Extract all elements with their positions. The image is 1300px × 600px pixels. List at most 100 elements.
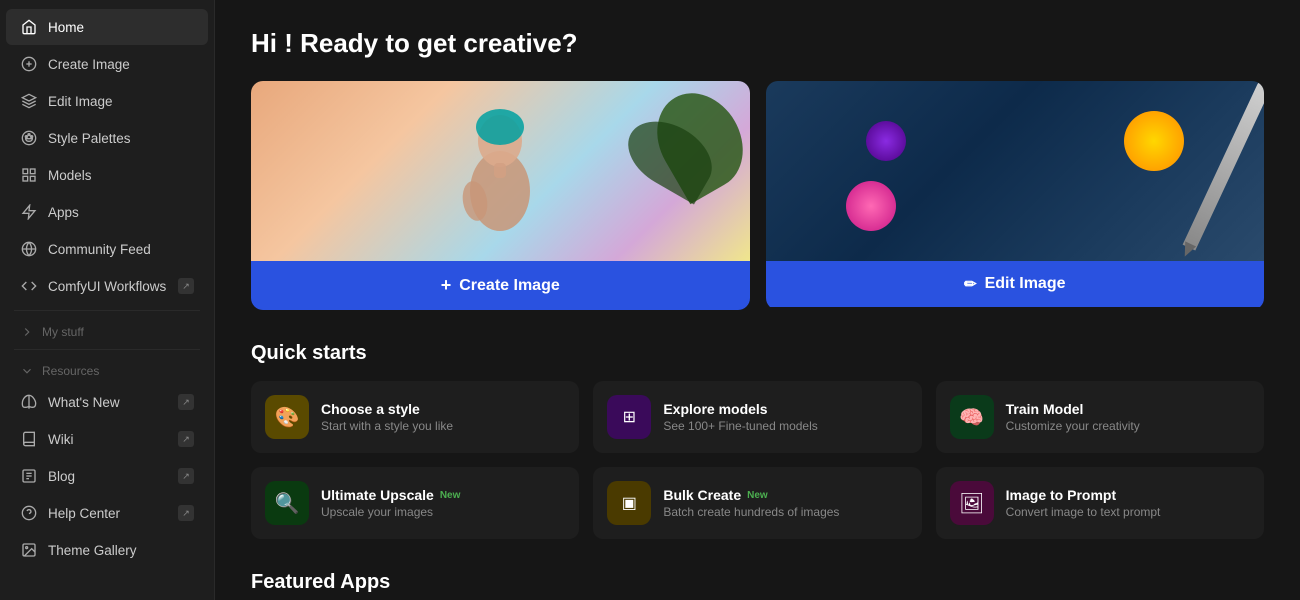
train-model-text: Train Model Customize your creativity xyxy=(1006,401,1140,433)
sidebar-item-create-image[interactable]: Create Image xyxy=(6,46,208,82)
bolt-icon xyxy=(20,203,38,221)
ultimate-upscale-icon: 🔍 xyxy=(265,481,309,525)
create-image-btn-label: Create Image xyxy=(459,277,560,295)
ultimate-upscale-sub: Upscale your images xyxy=(321,505,460,519)
ultimate-upscale-text: Ultimate Upscale New Upscale your images xyxy=(321,487,460,519)
purple-orb xyxy=(866,121,906,161)
sidebar-label-theme-gallery: Theme Gallery xyxy=(48,543,194,558)
sidebar: Home Create Image Edit Ima xyxy=(0,0,215,600)
choose-style-icon: 🎨 xyxy=(265,395,309,439)
sidebar-label-wiki: Wiki xyxy=(48,432,168,447)
pencil-icon: ✏ xyxy=(964,275,977,293)
sidebar-label-community-feed: Community Feed xyxy=(48,242,194,257)
sidebar-item-home[interactable]: Home xyxy=(6,9,208,45)
main-content: Hi ! Ready to get creative? xyxy=(215,0,1300,600)
edit-image-button[interactable]: ✏ Edit Image xyxy=(766,261,1265,307)
sidebar-item-whats-new[interactable]: What's New ↗ xyxy=(6,384,208,420)
quick-start-ultimate-upscale[interactable]: 🔍 Ultimate Upscale New Upscale your imag… xyxy=(251,467,579,539)
sidebar-item-models[interactable]: Models xyxy=(6,157,208,193)
featured-apps-title: Featured Apps xyxy=(251,571,1264,594)
choose-style-sub: Start with a style you like xyxy=(321,419,453,433)
train-model-title: Train Model xyxy=(1006,401,1140,417)
sidebar-item-help-center[interactable]: Help Center ↗ xyxy=(6,495,208,531)
image-gallery-icon xyxy=(20,541,38,559)
sidebar-item-wiki[interactable]: Wiki ↗ xyxy=(6,421,208,457)
my-stuff-section[interactable]: My stuff xyxy=(6,317,208,343)
quick-starts-grid: 🎨 Choose a style Start with a style you … xyxy=(251,381,1264,539)
page-greeting: Hi ! Ready to get creative? xyxy=(251,28,1264,59)
gold-orb xyxy=(1124,111,1184,171)
bulk-create-sub: Batch create hundreds of images xyxy=(663,505,839,519)
explore-models-title: Explore models xyxy=(663,401,817,417)
sidebar-label-home: Home xyxy=(48,20,194,35)
layers-icon xyxy=(20,92,38,110)
external-link-icon: ↗ xyxy=(178,278,194,294)
explore-models-text: Explore models See 100+ Fine-tuned model… xyxy=(663,401,817,433)
chevron-down-icon xyxy=(20,364,34,378)
explore-models-icon: ⊞ xyxy=(607,395,651,439)
bulk-create-title: Bulk Create New xyxy=(663,487,839,503)
image-to-prompt-icon: 🖼 xyxy=(950,481,994,525)
edit-image-btn-label: Edit Image xyxy=(985,275,1066,293)
ultimate-upscale-title: Ultimate Upscale New xyxy=(321,487,460,503)
chevron-right-icon xyxy=(20,325,34,339)
sidebar-label-whats-new: What's New xyxy=(48,395,168,410)
palette-icon xyxy=(20,129,38,147)
sidebar-item-blog[interactable]: Blog ↗ xyxy=(6,458,208,494)
divider-1 xyxy=(14,310,200,311)
quick-start-train-model[interactable]: 🧠 Train Model Customize your creativity xyxy=(936,381,1264,453)
sidebar-item-theme-gallery[interactable]: Theme Gallery xyxy=(6,532,208,568)
train-model-icon: 🧠 xyxy=(950,395,994,439)
choose-style-title: Choose a style xyxy=(321,401,453,417)
quick-start-choose-style[interactable]: 🎨 Choose a style Start with a style you … xyxy=(251,381,579,453)
sidebar-label-models: Models xyxy=(48,168,194,183)
figure-illustration xyxy=(440,91,560,261)
train-model-sub: Customize your creativity xyxy=(1006,419,1140,433)
code-icon xyxy=(20,277,38,295)
quick-starts-title: Quick starts xyxy=(251,342,1264,365)
external-link-blog-icon: ↗ xyxy=(178,468,194,484)
sidebar-item-edit-image[interactable]: Edit Image xyxy=(6,83,208,119)
choose-style-text: Choose a style Start with a style you li… xyxy=(321,401,453,433)
external-link-wiki-icon: ↗ xyxy=(178,431,194,447)
divider-2 xyxy=(14,349,200,350)
sidebar-label-create-image: Create Image xyxy=(48,57,194,72)
sidebar-label-apps: Apps xyxy=(48,205,194,220)
sidebar-item-apps[interactable]: Apps xyxy=(6,194,208,230)
bulk-create-icon: ▣ xyxy=(607,481,651,525)
book-icon xyxy=(20,430,38,448)
sidebar-item-community-feed[interactable]: Community Feed xyxy=(6,231,208,267)
sidebar-label-blog: Blog xyxy=(48,469,168,484)
plus-circle-icon xyxy=(20,55,38,73)
grid-icon xyxy=(20,166,38,184)
globe-icon xyxy=(20,240,38,258)
resources-label: Resources xyxy=(42,364,99,378)
sidebar-label-comfyui-workflows: ComfyUI Workflows xyxy=(48,279,168,294)
pencil-body xyxy=(1183,81,1264,250)
quick-start-bulk-create[interactable]: ▣ Bulk Create New Batch create hundreds … xyxy=(593,467,921,539)
edit-image-card[interactable]: ✏ Edit Image xyxy=(766,81,1265,310)
hero-cards-container: + Create Image ✏ Edit Image xyxy=(251,81,1264,310)
pencil-tip xyxy=(1179,241,1196,259)
create-image-button[interactable]: + Create Image xyxy=(251,261,750,310)
sidebar-label-help-center: Help Center xyxy=(48,506,168,521)
plus-icon: + xyxy=(441,275,452,296)
quick-start-explore-models[interactable]: ⊞ Explore models See 100+ Fine-tuned mod… xyxy=(593,381,921,453)
create-image-card[interactable]: + Create Image xyxy=(251,81,750,310)
sidebar-item-style-palettes[interactable]: Style Palettes xyxy=(6,120,208,156)
bulk-create-new-badge: New xyxy=(747,490,768,501)
rocket-icon xyxy=(20,393,38,411)
sidebar-item-comfyui-workflows[interactable]: ComfyUI Workflows ↗ xyxy=(6,268,208,304)
bulk-create-text: Bulk Create New Batch create hundreds of… xyxy=(663,487,839,519)
external-link-help-icon: ↗ xyxy=(178,505,194,521)
image-to-prompt-sub: Convert image to text prompt xyxy=(1006,505,1161,519)
sidebar-label-style-palettes: Style Palettes xyxy=(48,131,194,146)
pink-orb xyxy=(846,181,896,231)
external-link-whats-new-icon: ↗ xyxy=(178,394,194,410)
explore-models-sub: See 100+ Fine-tuned models xyxy=(663,419,817,433)
sidebar-label-edit-image: Edit Image xyxy=(48,94,194,109)
quick-start-image-to-prompt[interactable]: 🖼 Image to Prompt Convert image to text … xyxy=(936,467,1264,539)
resources-section[interactable]: Resources xyxy=(6,356,208,382)
create-image-card-image xyxy=(251,81,750,261)
ultimate-upscale-new-badge: New xyxy=(440,490,461,501)
